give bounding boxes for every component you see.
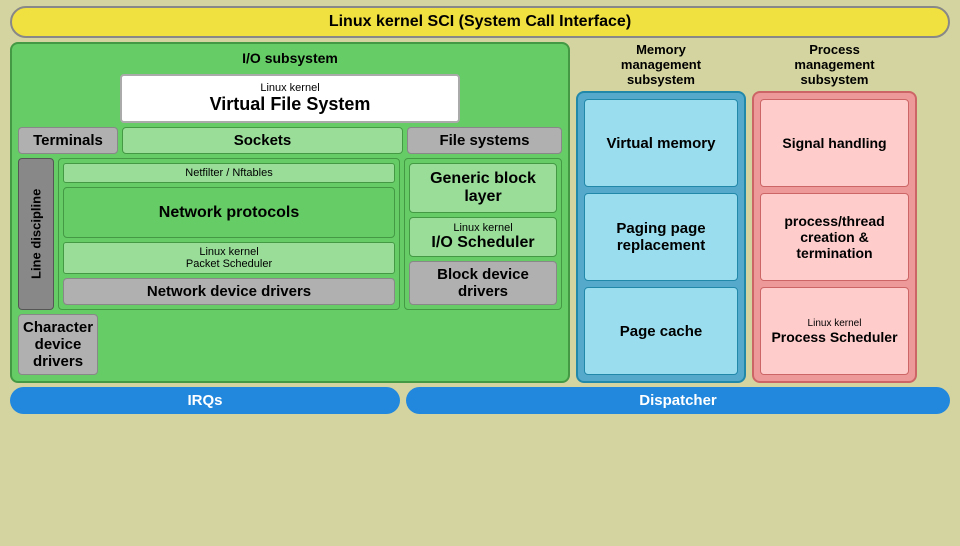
signal-handling-label: Signal handling [782,135,886,151]
filesystems-box: File systems [407,127,562,154]
network-protocols-label: Network protocols [159,204,299,222]
sci-bar: Linux kernel SCI (System Call Interface) [10,6,950,38]
virtual-memory-box: Virtual memory [584,99,738,187]
process-header-line2: management [794,57,874,72]
generic-block-label: Generic block layer [416,170,550,206]
process-header-line3: subsystem [801,72,869,87]
terminals-label: Terminals [33,132,103,149]
io-scheduler-big: I/O Scheduler [431,234,534,252]
filesystems-label: File systems [439,132,529,149]
process-header: Process management subsystem [752,42,917,87]
memory-header: Memory management subsystem [576,42,746,87]
page-cache-box: Page cache [584,287,738,375]
terminals-box: Terminals [18,127,118,154]
sockets-box: Sockets [122,127,403,154]
process-boxes: Signal handling process/thread creation … [752,91,917,383]
process-scheduler-small: Linux kernel [808,318,862,329]
paging-label: Paging page replacement [591,220,731,254]
block-col: Generic block layer Linux kernel I/O Sch… [404,158,562,310]
network-protocols-box: Network protocols [63,187,395,238]
line-discipline-label: Line discipline [29,189,44,279]
vfs-small: Linux kernel [128,82,452,94]
char-row: Character device drivers [18,314,562,375]
packet-scheduler-small: Linux kernel [67,246,391,258]
memory-header-line1: Memory [636,42,686,57]
process-scheduler-box: Linux kernel Process Scheduler [760,287,909,375]
page-cache-label: Page cache [620,323,703,340]
process-scheduler-big: Process Scheduler [771,329,897,345]
netfilter-label: Netfilter / Nftables [185,167,272,179]
memory-header-line2: management [621,57,701,72]
dispatcher-label: Dispatcher [639,392,717,409]
block-device-drivers-box: Block device drivers [409,261,557,305]
line-discipline: Line discipline [18,158,54,310]
memory-boxes: Virtual memory Paging page replacement P… [576,91,746,383]
dispatcher-bar: Dispatcher [406,387,950,414]
io-scheduler-box: Linux kernel I/O Scheduler [409,217,557,257]
paging-box: Paging page replacement [584,193,738,281]
bottom-bar: IRQs Dispatcher [10,387,950,414]
char-device-label: Character device drivers [23,319,93,370]
memory-header-line3: subsystem [627,72,695,87]
io-scheduler-small: Linux kernel [453,222,512,234]
thread-creation-box: process/thread creation & termination [760,193,909,281]
virtual-memory-label: Virtual memory [607,135,716,152]
thread-creation-label: process/thread creation & termination [767,213,902,261]
network-device-drivers-box: Network device drivers [63,278,395,305]
generic-block-box: Generic block layer [409,163,557,213]
packet-scheduler-big: Packet Scheduler [67,258,391,270]
block-device-drivers-label: Block device drivers [414,266,552,300]
network-device-drivers-label: Network device drivers [147,283,311,300]
network-col: Netfilter / Nftables Network protocols L… [58,158,400,310]
lower-io: Line discipline Netfilter / Nftables Net… [18,158,562,310]
memory-col: Memory management subsystem Virtual memo… [576,42,746,383]
signal-handling-box: Signal handling [760,99,909,187]
vfs-big: Virtual File System [128,94,452,115]
process-header-line1: Process [809,42,860,57]
io-subsystem-header: I/O subsystem [18,50,562,66]
process-col: Process management subsystem Signal hand… [752,42,917,383]
netfilter-box: Netfilter / Nftables [63,163,395,183]
char-device-box: Character device drivers [18,314,98,375]
irqs-bar: IRQs [10,387,400,414]
irqs-label: IRQs [187,392,222,409]
vfs-box: Linux kernel Virtual File System [120,74,460,123]
sockets-label: Sockets [234,132,292,149]
packet-scheduler-box: Linux kernel Packet Scheduler [63,242,395,274]
io-subsystem: I/O subsystem Linux kernel Virtual File … [10,42,570,383]
tsf-row: Terminals Sockets File systems [18,127,562,154]
